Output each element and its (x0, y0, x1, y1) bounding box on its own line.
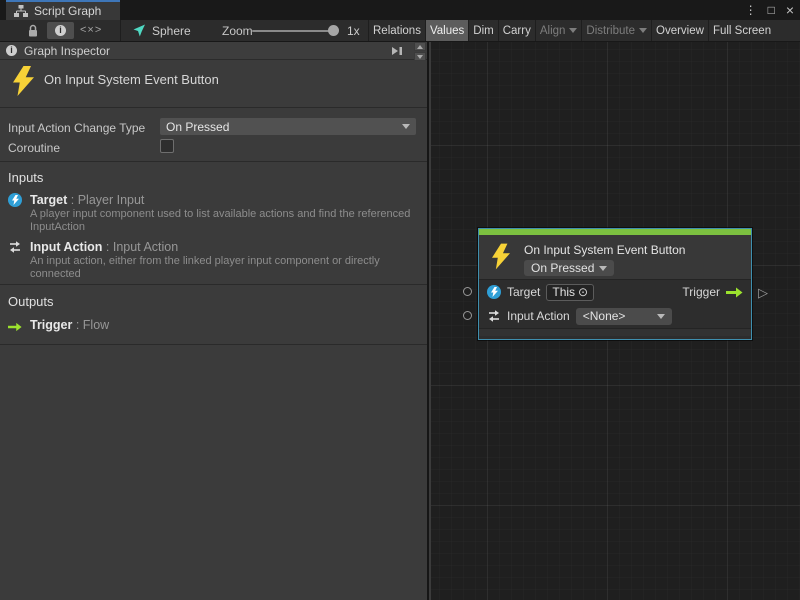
object-picker-icon[interactable]: ⊙ (578, 286, 588, 298)
graph-inspector-title: Graph Inspector (24, 44, 384, 58)
inspector-toggle-button[interactable]: i (47, 22, 74, 39)
trigger-port-label: Trigger (682, 285, 720, 299)
close-icon[interactable]: × (786, 3, 794, 17)
input-port-input-action: Input Action : Input Action (30, 240, 178, 254)
overview-button[interactable]: Overview (651, 20, 708, 41)
node-row-input-action: Input Action <None> (479, 304, 751, 328)
distribute-button[interactable]: Distribute (581, 20, 651, 41)
script-graph-asset-icon (133, 24, 146, 37)
node-body: Target This ⊙ Trigger (479, 280, 751, 328)
scroll-up-button[interactable] (414, 42, 426, 51)
tab-strip: Script Graph ⋮ □ × (0, 0, 800, 20)
lock-icon[interactable] (27, 24, 39, 38)
chevron-down-icon (569, 28, 577, 33)
event-node[interactable]: On Input System Event Button On Pressed … (478, 228, 752, 340)
graph-hierarchy-icon (14, 5, 28, 17)
info-icon: i (55, 25, 66, 36)
target-input-port[interactable] (463, 287, 472, 296)
change-type-label: Input Action Change Type (8, 121, 145, 135)
flow-arrow-icon (8, 320, 22, 334)
carry-button[interactable]: Carry (498, 20, 535, 41)
node-mode-dropdown[interactable]: On Pressed (524, 260, 614, 276)
zoom-slider-track[interactable] (252, 30, 336, 32)
window-menu-icon[interactable]: ⋮ (745, 4, 757, 16)
input-port-target: Target : Player Input (30, 193, 144, 207)
node-header[interactable]: On Input System Event Button On Pressed (479, 235, 751, 280)
window-controls: ⋮ □ × (745, 0, 794, 20)
full-screen-button[interactable]: Full Screen (708, 20, 775, 41)
graph-toolbar: i <×> Sphere Zoom 1x Relations Values Di… (0, 20, 800, 42)
graph-canvas[interactable]: On Input System Event Button On Pressed … (431, 42, 800, 600)
input-action-input-port[interactable] (463, 311, 472, 320)
triangle-down-icon (417, 55, 423, 59)
node-title: On Input System Event Button (524, 243, 685, 257)
event-bolt-icon (13, 66, 34, 96)
outputs-section-title: Outputs (8, 294, 54, 309)
event-bolt-icon (492, 243, 510, 270)
chevron-down-icon (639, 28, 647, 33)
input-action-port-label: Input Action (507, 309, 570, 323)
zoom-value: 1x (347, 24, 360, 38)
maximize-icon[interactable]: □ (768, 4, 775, 16)
node-footer (479, 328, 751, 336)
zoom-label: Zoom (222, 24, 253, 38)
flow-arrow-icon (726, 287, 743, 298)
toolbar-button-group: Relations Values Dim Carry Align Distrib… (368, 20, 800, 41)
values-button[interactable]: Values (425, 20, 468, 41)
coroutine-checkbox[interactable] (160, 139, 174, 153)
input-action-dropdown[interactable]: <None> (576, 308, 672, 325)
graph-inspector-panel: i Graph Inspector On Input System Event … (0, 42, 429, 600)
triangle-up-icon (417, 45, 423, 49)
input-port-target-description: A player input component used to list av… (30, 208, 427, 234)
input-action-type-icon (8, 240, 22, 254)
divider (0, 344, 427, 345)
node-row-target: Target This ⊙ Trigger (479, 280, 751, 304)
divider (0, 161, 427, 162)
info-icon: i (6, 45, 17, 56)
divider (0, 284, 427, 285)
toolbar-separator (120, 20, 121, 41)
align-button[interactable]: Align (535, 20, 582, 41)
variables-icon[interactable]: <×> (80, 24, 102, 36)
relations-button[interactable]: Relations (368, 20, 425, 41)
player-input-type-icon (8, 193, 22, 207)
input-action-type-icon (487, 309, 501, 323)
target-object-field[interactable]: This ⊙ (546, 284, 594, 301)
change-type-dropdown[interactable]: On Pressed (160, 118, 416, 135)
chevron-down-icon (402, 124, 410, 129)
zoom-slider-handle[interactable] (328, 25, 339, 36)
graph-inspector-header: i Graph Inspector (0, 42, 427, 60)
chevron-down-icon (657, 314, 665, 319)
graph-object-name[interactable]: Sphere (152, 24, 191, 38)
scroll-down-button[interactable] (414, 52, 426, 61)
inspector-scrollbar (414, 42, 426, 61)
dim-button[interactable]: Dim (468, 20, 497, 41)
dock-panel-icon[interactable] (391, 46, 403, 56)
unit-title: On Input System Event Button (44, 72, 219, 87)
coroutine-label: Coroutine (8, 141, 60, 155)
chevron-down-icon (599, 266, 607, 271)
inputs-section-title: Inputs (8, 170, 43, 185)
target-port-label: Target (507, 285, 540, 299)
divider (0, 107, 427, 108)
player-input-type-icon (487, 285, 501, 299)
tab-script-graph[interactable]: Script Graph (6, 0, 120, 20)
unity-visual-scripting-window: Script Graph ⋮ □ × i <×> Sphere Zoom 1x … (0, 0, 800, 600)
trigger-output-port[interactable]: ▷ (758, 286, 768, 299)
tab-label: Script Graph (34, 4, 101, 18)
output-port-trigger: Trigger : Flow (30, 318, 109, 332)
input-port-input-action-description: An input action, either from the linked … (30, 255, 427, 281)
